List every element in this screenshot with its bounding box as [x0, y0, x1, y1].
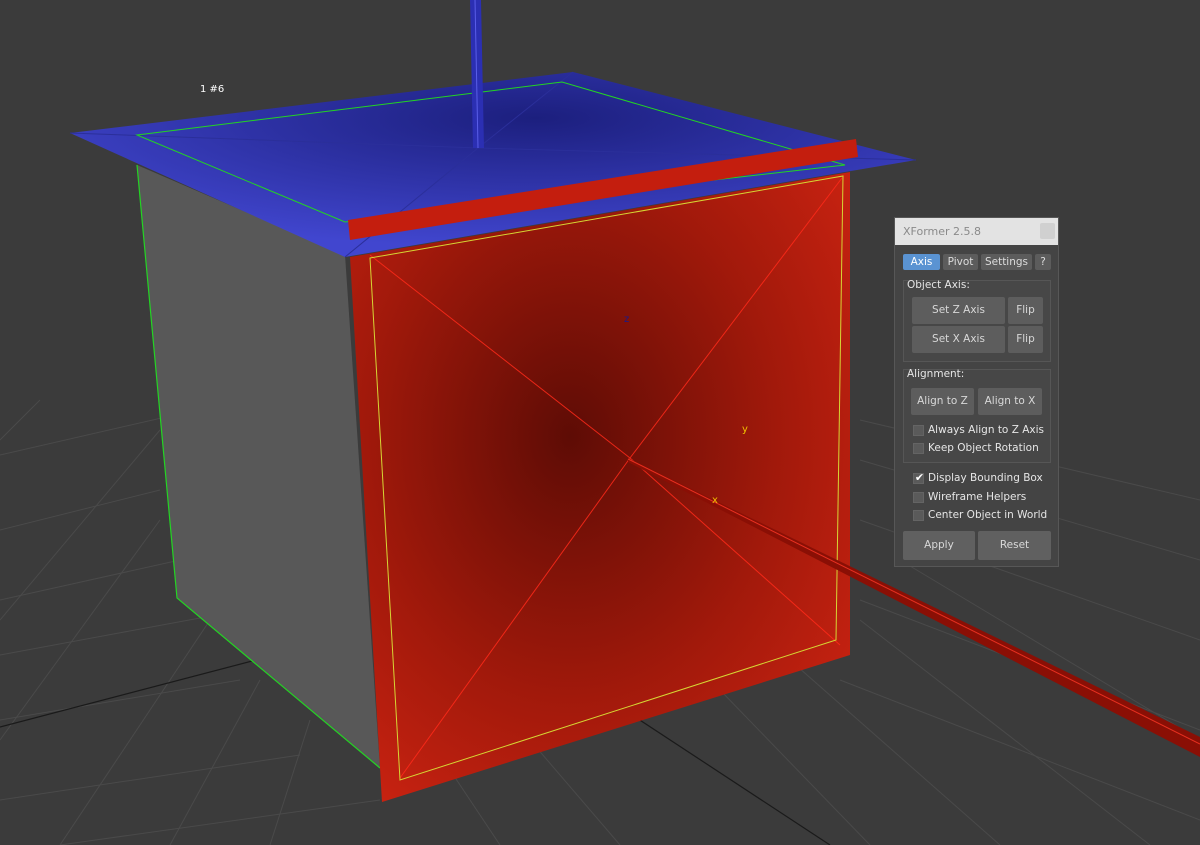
alignment-label: Alignment: — [907, 368, 965, 380]
set-x-axis-button[interactable]: Set X Axis — [912, 326, 1005, 353]
center-object-checkbox[interactable] — [913, 510, 924, 521]
object-axis-label: Object Axis: — [907, 279, 970, 291]
close-icon[interactable] — [1040, 223, 1055, 239]
tab-axis[interactable]: Axis — [903, 254, 940, 270]
display-bounding-box-label: Display Bounding Box — [928, 472, 1043, 484]
flip-x-button[interactable]: Flip — [1008, 326, 1043, 353]
object-label: 1 #6 — [200, 84, 224, 95]
axis-label-x: x — [712, 495, 718, 506]
axis-label-y: y — [742, 424, 748, 435]
check-mark-icon: ✔ — [914, 471, 925, 484]
axis-label-z: z — [624, 314, 629, 325]
tab-settings[interactable]: Settings — [981, 254, 1032, 270]
wireframe-helpers-checkbox[interactable] — [913, 492, 924, 503]
set-z-axis-button[interactable]: Set Z Axis — [912, 297, 1005, 324]
apply-button[interactable]: Apply — [903, 531, 975, 560]
panel-titlebar[interactable]: XFormer 2.5.8 — [895, 218, 1058, 245]
align-to-z-button[interactable]: Align to Z — [911, 388, 974, 415]
wireframe-helpers-label: Wireframe Helpers — [928, 491, 1027, 503]
xformer-panel: XFormer 2.5.8 Axis Pivot Settings ? Obje… — [894, 217, 1059, 567]
panel-title: XFormer 2.5.8 — [903, 225, 982, 238]
tab-help[interactable]: ? — [1035, 254, 1051, 270]
align-to-x-button[interactable]: Align to X — [978, 388, 1042, 415]
always-align-z-checkbox[interactable] — [913, 425, 924, 436]
center-object-label: Center Object in World — [928, 509, 1048, 521]
tab-pivot[interactable]: Pivot — [943, 254, 978, 270]
reset-button[interactable]: Reset — [978, 531, 1051, 560]
keep-rotation-label: Keep Object Rotation — [928, 442, 1039, 454]
flip-z-button[interactable]: Flip — [1008, 297, 1043, 324]
keep-rotation-checkbox[interactable] — [913, 443, 924, 454]
always-align-z-label: Always Align to Z Axis — [928, 424, 1045, 436]
display-bounding-box-checkbox[interactable]: ✔ — [913, 471, 925, 484]
